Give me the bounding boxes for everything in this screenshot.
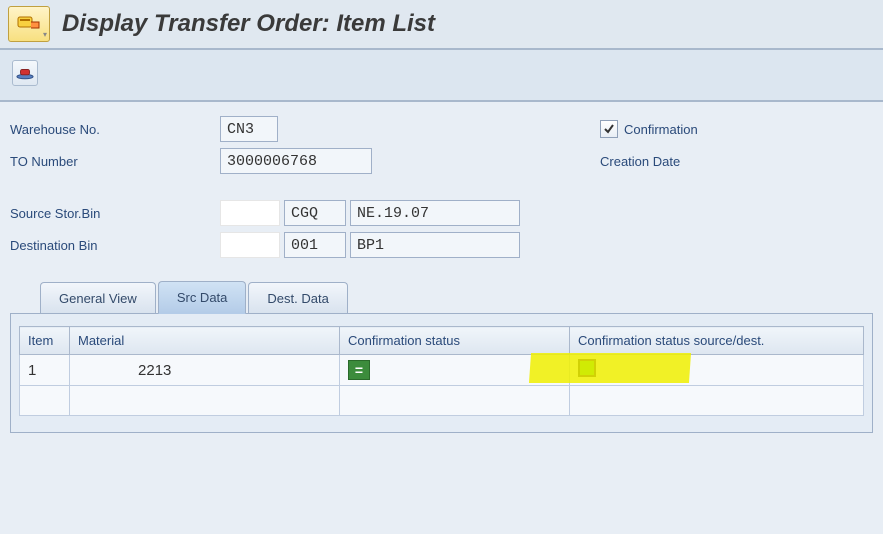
dest-bin-label: Destination Bin xyxy=(10,238,220,253)
tab-src-data[interactable]: Src Data xyxy=(158,281,247,314)
to-number-label: TO Number xyxy=(10,154,220,169)
table-row[interactable] xyxy=(20,386,864,416)
menu-button[interactable]: ▾ xyxy=(8,6,50,42)
confirmation-group: Confirmation xyxy=(600,120,698,138)
chevron-down-icon: ▾ xyxy=(43,30,47,39)
source-bin-label: Source Stor.Bin xyxy=(10,206,220,221)
tab-general-view[interactable]: General View xyxy=(40,282,156,314)
col-header-confirmation-status[interactable]: Confirmation status xyxy=(340,327,570,355)
confirmation-checkbox[interactable] xyxy=(600,120,618,138)
col-header-item[interactable]: Item xyxy=(20,327,70,355)
status-open-icon xyxy=(578,359,596,377)
cell-item xyxy=(20,386,70,416)
toolbar xyxy=(0,50,883,102)
table-header-row: Item Material Confirmation status Confir… xyxy=(20,327,864,355)
creation-date-label: Creation Date xyxy=(600,154,680,169)
redacted-field xyxy=(220,200,280,226)
item-table: Item Material Confirmation status Confir… xyxy=(19,326,864,416)
warehouse-field: CN3 xyxy=(220,116,278,142)
hat-icon xyxy=(16,66,34,80)
cell-material xyxy=(70,386,340,416)
cell-item: 1 xyxy=(20,355,70,386)
dest-bin-type-field: 001 xyxy=(284,232,346,258)
to-number-field: 3000006768 xyxy=(220,148,372,174)
material-tail: 2213 xyxy=(138,362,171,379)
creation-date-group: Creation Date xyxy=(600,154,680,169)
col-header-material[interactable]: Material xyxy=(70,327,340,355)
status-confirmed-icon: = xyxy=(348,360,370,380)
col-header-confirmation-status-src-dest[interactable]: Confirmation status source/dest. xyxy=(570,327,864,355)
dest-bin-field: BP1 xyxy=(350,232,520,258)
tab-strip: General View Src Data Dest. Data xyxy=(0,280,883,313)
title-bar: ▾ Display Transfer Order: Item List xyxy=(0,0,883,50)
header-detail-button[interactable] xyxy=(12,60,38,86)
table-row[interactable]: 1 XXXXXX2213 = xyxy=(20,355,864,386)
check-icon xyxy=(603,123,615,135)
cell-confirmation-status: = xyxy=(340,355,570,386)
source-bin-field: NE.19.07 xyxy=(350,200,520,226)
tab-panel-src-data: Item Material Confirmation status Confir… xyxy=(10,313,873,433)
source-bin-type-field: CGQ xyxy=(284,200,346,226)
page-title: Display Transfer Order: Item List xyxy=(62,10,435,38)
cell-material: XXXXXX2213 xyxy=(70,355,340,386)
transfer-order-icon xyxy=(17,14,41,34)
cell-confirmation-status-src-dest xyxy=(570,355,864,386)
header-form: Warehouse No. CN3 Confirmation TO Number… xyxy=(0,102,883,272)
cell-confirmation-status-src-dest xyxy=(570,386,864,416)
tab-dest-data[interactable]: Dest. Data xyxy=(248,282,347,314)
warehouse-label: Warehouse No. xyxy=(10,122,220,137)
confirmation-label: Confirmation xyxy=(624,122,698,137)
cell-confirmation-status xyxy=(340,386,570,416)
redacted-field xyxy=(220,232,280,258)
